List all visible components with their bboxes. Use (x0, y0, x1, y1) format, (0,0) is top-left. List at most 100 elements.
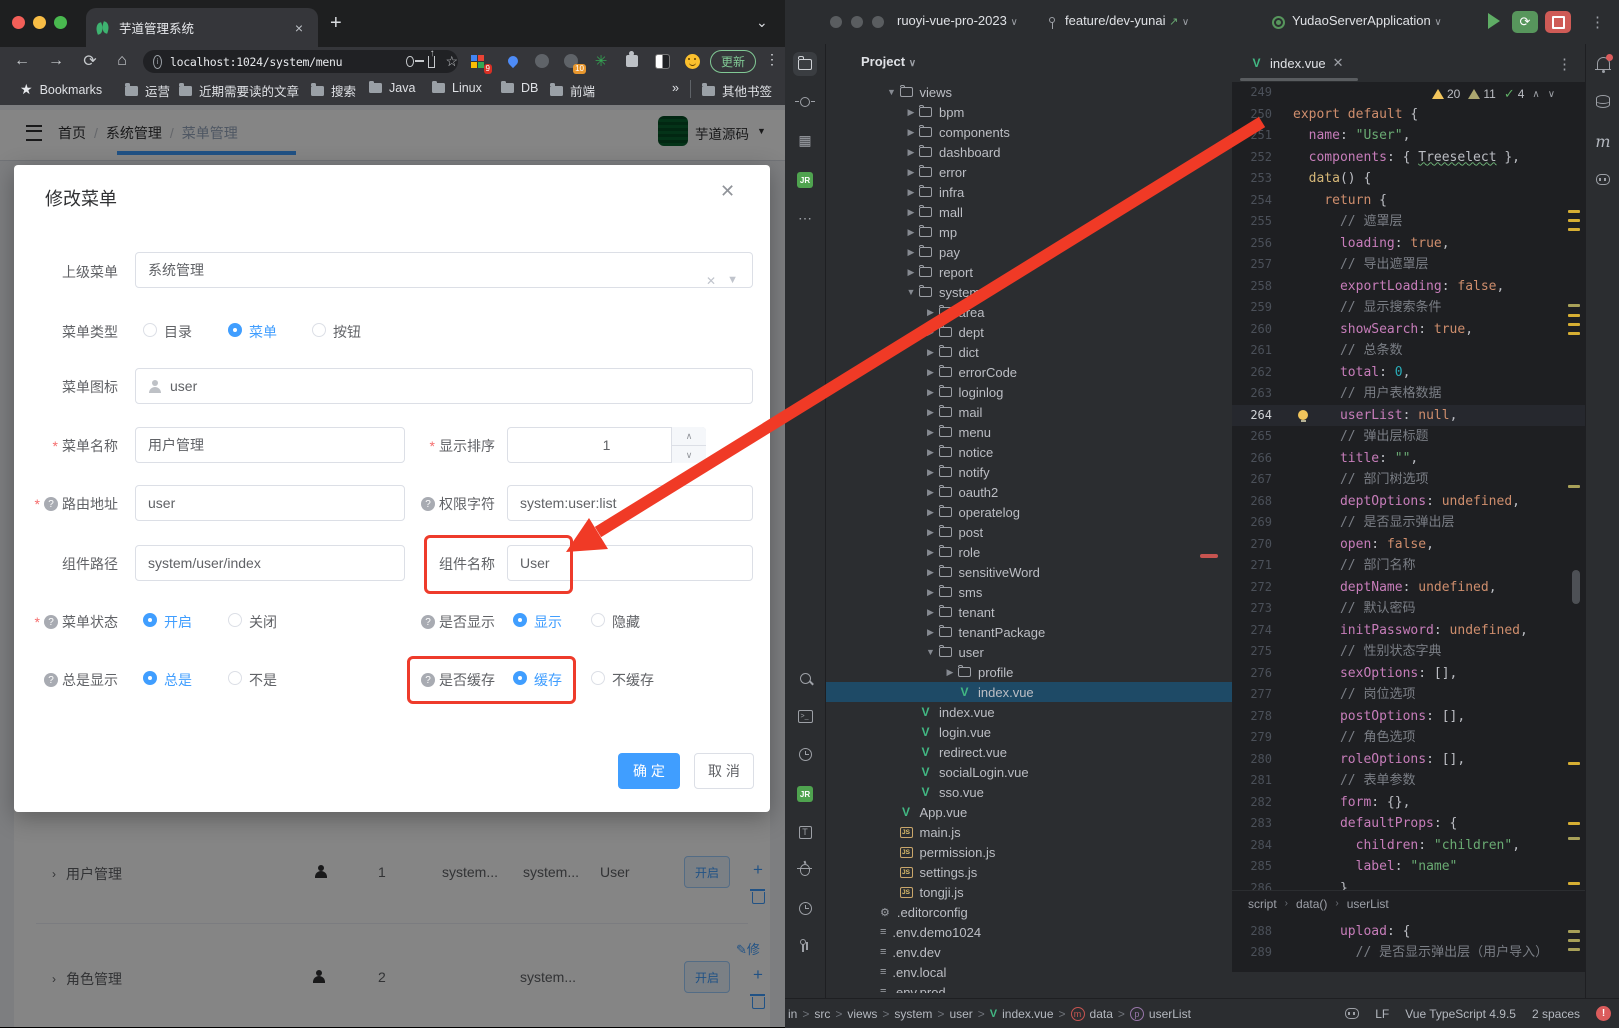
window-dot[interactable] (851, 16, 863, 28)
close-window-button[interactable] (12, 16, 25, 29)
code-line-282[interactable]: 282 form: {}, (1232, 792, 1585, 814)
code-line-261[interactable]: 261 // 总条数 (1232, 340, 1585, 362)
tree-item-dept[interactable]: ▶dept (826, 322, 1232, 342)
tree-item-bpm[interactable]: ▶bpm (826, 102, 1232, 122)
chevron-right-icon[interactable]: ▶ (923, 427, 939, 438)
tree-item-tongji-js[interactable]: JStongji.js (826, 882, 1232, 902)
extension-icon-grid[interactable]: 9 (466, 50, 488, 72)
code-line-269[interactable]: 269 // 是否显示弹出层 (1232, 512, 1585, 534)
status-breadcrumb-path[interactable]: in>src>views>system>user>Vindex.vue>mdat… (788, 999, 1288, 1028)
problems-bug-button[interactable] (793, 858, 817, 882)
address-bar[interactable]: i localhost:1024/system/menu ☆ (143, 50, 458, 73)
forward-button[interactable]: → (44, 49, 68, 73)
project-panel-title[interactable]: Project ∨ (861, 54, 916, 69)
tree-item-oauth2[interactable]: ▶oauth2 (826, 482, 1232, 502)
chevron-down-icon[interactable]: ▼ (903, 287, 919, 297)
tree-item-role[interactable]: ▶role (826, 542, 1232, 562)
radio-menu[interactable] (228, 323, 242, 337)
history-tool-button[interactable] (793, 742, 817, 766)
tree-item--editorconfig[interactable]: ⚙.editorconfig (826, 902, 1232, 922)
extension-icon-circle[interactable] (531, 50, 553, 72)
path-segment[interactable]: data (1090, 1007, 1113, 1021)
tree-item-mall[interactable]: ▶mall (826, 202, 1232, 222)
database-tool-button[interactable] (1592, 90, 1614, 112)
bookmark-folder[interactable]: 运营 (125, 81, 170, 100)
code-line-252[interactable]: 252 components: { Treeselect }, (1232, 147, 1585, 169)
chevron-right-icon[interactable]: ▶ (923, 627, 939, 638)
close-tab-icon[interactable]: × (290, 19, 308, 37)
code-line-264[interactable]: 264 userList: null, (1232, 405, 1585, 427)
radio-status-off-label[interactable]: 关闭 (249, 612, 277, 632)
parent-menu-select[interactable]: 系统管理 ✕ ▼ (135, 252, 753, 288)
tree-item-mp[interactable]: ▶mp (826, 222, 1232, 242)
bookmark-folder[interactable]: Java (369, 81, 415, 95)
tree-item-tenantPackage[interactable]: ▶tenantPackage (826, 622, 1232, 642)
run-config-selector[interactable]: YudaoServerApplication ∨ (1292, 13, 1442, 28)
radio-always-yes-label[interactable]: 总是 (164, 670, 192, 690)
window-dot[interactable] (872, 16, 884, 28)
home-button[interactable]: ⌂ (110, 49, 134, 73)
other-bookmarks-folder[interactable]: 其他书签 (702, 81, 772, 100)
tree-item-notify[interactable]: ▶notify (826, 462, 1232, 482)
browser-tab[interactable]: 芋道管理系统 × (86, 8, 318, 47)
radio-always-no-label[interactable]: 不是 (249, 670, 277, 690)
chevron-right-icon[interactable]: ▶ (942, 667, 958, 678)
tree-item--env-dev[interactable]: ≡.env.dev (826, 942, 1232, 962)
editor-options-kebab-icon[interactable]: ⋮ (1557, 55, 1572, 73)
chevron-right-icon[interactable]: ▶ (923, 487, 939, 498)
jrebel-tool-button[interactable]: JR (793, 168, 817, 192)
code-line-277[interactable]: 277 // 岗位选项 (1232, 684, 1585, 706)
run-button[interactable] (1488, 13, 1500, 29)
radio-button-type-label[interactable]: 按钮 (333, 322, 361, 342)
bookmark-folder[interactable]: 搜索 (311, 81, 356, 100)
radio-cache-no-label[interactable]: 不缓存 (612, 670, 654, 690)
tree-item-loginlog[interactable]: ▶loginlog (826, 382, 1232, 402)
code-line-276[interactable]: 276 sexOptions: [], (1232, 663, 1585, 685)
bookmark-folder[interactable]: Linux (432, 81, 482, 95)
crumb-userlist[interactable]: userList (1347, 897, 1389, 911)
code-line-254[interactable]: 254 return { (1232, 190, 1585, 212)
tree-item-sensitiveWord[interactable]: ▶sensitiveWord (826, 562, 1232, 582)
code-line-289[interactable]: 289 // 是否显示弹出层（用户导入） (1232, 942, 1585, 964)
chevron-right-icon[interactable]: ▶ (923, 367, 939, 378)
radio-status-on-label[interactable]: 开启 (164, 612, 192, 632)
line-ending-indicator[interactable]: LF (1375, 1007, 1389, 1021)
chrome-update-button[interactable]: 更新 (710, 50, 756, 73)
code-line-253[interactable]: 253 data() { (1232, 168, 1585, 190)
chevron-right-icon[interactable]: ▶ (923, 307, 939, 318)
perm-input[interactable]: system:user:list (507, 485, 753, 521)
notifications-bell-icon[interactable] (1592, 52, 1614, 74)
radio-status-on[interactable] (143, 613, 157, 627)
tree-item-sms[interactable]: ▶sms (826, 582, 1232, 602)
code-line-270[interactable]: 270 open: false, (1232, 534, 1585, 556)
help-icon[interactable]: ? (44, 673, 58, 687)
code-line-271[interactable]: 271 // 部门名称 (1232, 555, 1585, 577)
tree-item-infra[interactable]: ▶infra (826, 182, 1232, 202)
chevron-down-icon[interactable]: ▼ (884, 87, 900, 97)
extensions-puzzle-icon[interactable] (621, 50, 643, 72)
copilot-tool-button[interactable] (1592, 168, 1614, 190)
extension-icon-star[interactable]: ✳ (590, 50, 612, 72)
radio-visible-hide[interactable] (591, 613, 605, 627)
code-line-281[interactable]: 281 // 表单参数 (1232, 770, 1585, 792)
help-icon[interactable]: ? (421, 615, 435, 629)
radio-menu-label[interactable]: 菜单 (249, 322, 277, 342)
debug-rerun-button[interactable]: ⟳ (1512, 11, 1538, 33)
tree-item-sso-vue[interactable]: Vsso.vue (826, 782, 1232, 802)
language-indicator[interactable]: Vue TypeScript 4.9.5 (1405, 1007, 1516, 1021)
path-segment[interactable]: user (949, 1007, 972, 1021)
radio-visible-show-label[interactable]: 显示 (534, 612, 562, 632)
tree-item-dict[interactable]: ▶dict (826, 342, 1232, 362)
tree-item--env-prod[interactable]: ≡.env.prod (826, 982, 1232, 993)
crumb-data[interactable]: data() (1296, 897, 1327, 911)
browser-menu-kebab-icon[interactable]: ⋮ (765, 51, 779, 68)
tree-item-settings-js[interactable]: JSsettings.js (826, 862, 1232, 882)
chevron-right-icon[interactable]: ▶ (923, 407, 939, 418)
tree-item-redirect-vue[interactable]: Vredirect.vue (826, 742, 1232, 762)
chevron-right-icon[interactable]: ▶ (903, 147, 919, 158)
window-dot[interactable] (830, 16, 842, 28)
help-icon[interactable]: ? (44, 497, 58, 511)
tree-item-tenant[interactable]: ▶tenant (826, 602, 1232, 622)
path-segment[interactable]: in (788, 1007, 797, 1021)
comp-path-input[interactable]: system/user/index (135, 545, 405, 581)
